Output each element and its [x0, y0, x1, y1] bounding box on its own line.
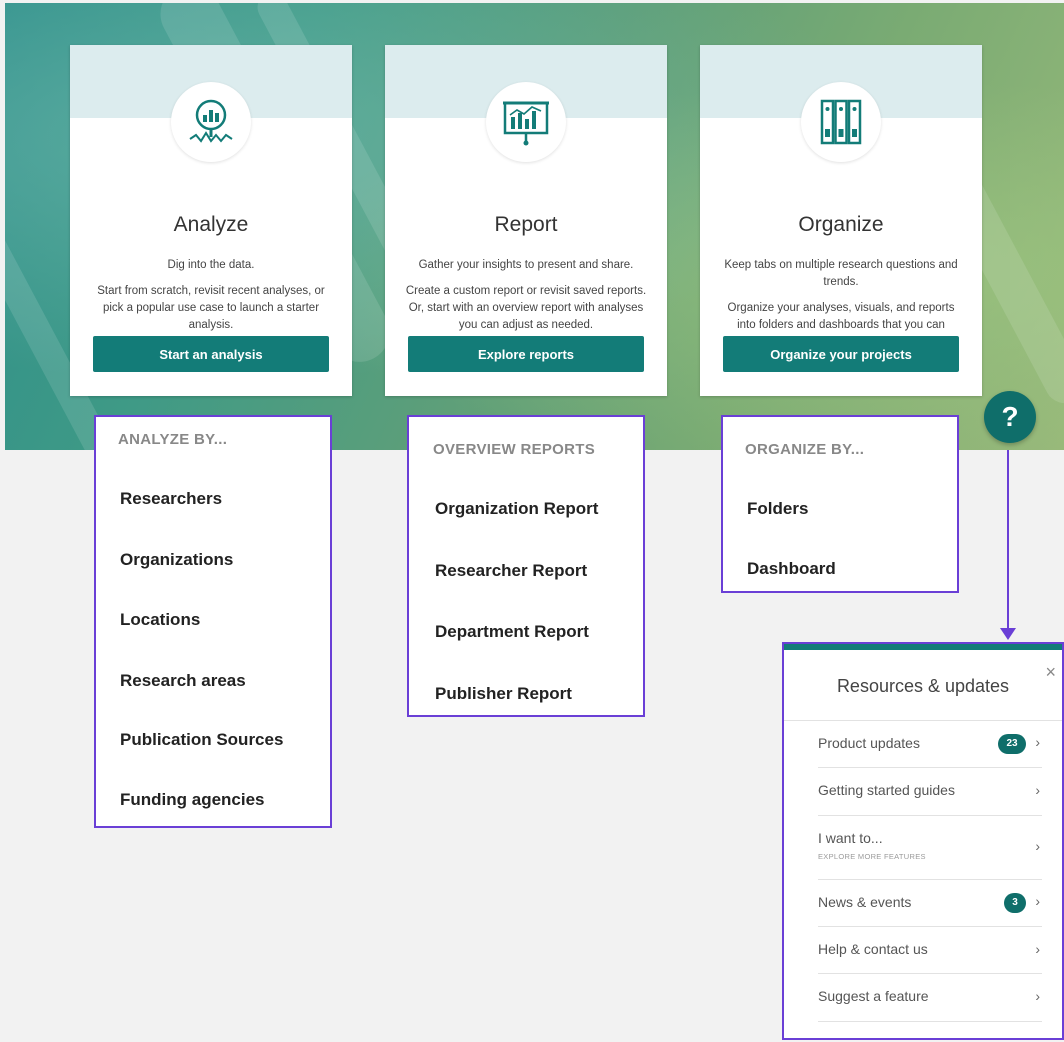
- panel-row-suggest-feature[interactable]: Suggest a feature ›: [818, 974, 1042, 1022]
- organize-projects-button[interactable]: Organize your projects: [723, 336, 959, 372]
- row-label: Product updates: [818, 735, 920, 751]
- menu-header: OVERVIEW REPORTS: [433, 441, 596, 458]
- help-question-icon[interactable]: ?: [984, 391, 1036, 443]
- panel-accent-bar: [784, 644, 1062, 650]
- menu-item-locations[interactable]: Locations: [120, 610, 200, 630]
- card-title: Report: [494, 213, 558, 236]
- card-desc-line: Keep tabs on multiple research questions…: [724, 259, 958, 288]
- annotation-connector-line: [1007, 450, 1009, 630]
- menu-item-researcher-report[interactable]: Researcher Report: [435, 561, 587, 581]
- row-label: Help & contact us: [818, 941, 928, 957]
- panel-title: Resources & updates: [836, 676, 1010, 696]
- organize-binders-icon: [801, 82, 881, 162]
- menu-item-researchers[interactable]: Researchers: [120, 489, 222, 509]
- menu-header: ORGANIZE BY...: [745, 441, 865, 458]
- card-description: Gather your insights to present and shar…: [405, 257, 647, 343]
- card-title: Analyze: [173, 213, 249, 236]
- close-icon[interactable]: ×: [1045, 662, 1056, 683]
- menu-item-research-areas[interactable]: Research areas: [120, 671, 246, 691]
- chevron-right-icon: ›: [1035, 734, 1040, 750]
- menu-item-funding-agencies[interactable]: Funding agencies: [120, 790, 265, 810]
- panel-row-i-want-to[interactable]: I want to... EXPLORE MORE FEATURES ›: [818, 816, 1042, 880]
- analyze-card: Analyze Dig into the data. Start from sc…: [70, 45, 352, 396]
- card-desc-line: Dig into the data.: [167, 259, 255, 271]
- annotation-arrow-icon: [1000, 628, 1016, 640]
- chevron-right-icon: ›: [1035, 782, 1040, 798]
- chevron-right-icon: ›: [1035, 838, 1040, 854]
- menu-item-department-report[interactable]: Department Report: [435, 622, 589, 642]
- report-card: Report Gather your insights to present a…: [385, 45, 667, 396]
- count-badge: 23: [998, 734, 1026, 754]
- panel-row-news-events[interactable]: News & events 3 ›: [818, 880, 1042, 927]
- menu-item-organization-report[interactable]: Organization Report: [435, 499, 598, 519]
- panel-row-getting-started[interactable]: Getting started guides ›: [818, 768, 1042, 816]
- menu-item-folders[interactable]: Folders: [747, 499, 808, 519]
- menu-item-publisher-report[interactable]: Publisher Report: [435, 684, 572, 704]
- row-label: I want to...: [818, 830, 883, 846]
- explore-reports-button[interactable]: Explore reports: [408, 336, 644, 372]
- organize-card: Organize Keep tabs on multiple research …: [700, 45, 982, 396]
- analyze-magnifier-chart-icon: [171, 82, 251, 162]
- menu-item-publication-sources[interactable]: Publication Sources: [120, 730, 283, 750]
- menu-item-dashboard[interactable]: Dashboard: [747, 559, 836, 579]
- analyze-by-menu: ANALYZE BY... Researchers Organizations …: [94, 415, 332, 828]
- chevron-right-icon: ›: [1035, 893, 1040, 909]
- organize-by-menu: ORGANIZE BY... Folders Dashboard: [721, 415, 959, 593]
- panel-row-help-contact[interactable]: Help & contact us ›: [818, 927, 1042, 974]
- card-desc-line: Gather your insights to present and shar…: [418, 259, 634, 271]
- count-badge: 3: [1004, 893, 1026, 913]
- resources-updates-panel: Resources & updates × Product updates 23…: [782, 642, 1064, 1040]
- report-presentation-board-icon: [486, 82, 566, 162]
- row-sublabel: EXPLORE MORE FEATURES: [818, 852, 926, 861]
- chevron-right-icon: ›: [1035, 988, 1040, 1004]
- card-description: Dig into the data. Start from scratch, r…: [90, 257, 332, 343]
- card-desc-line: Start from scratch, revisit recent analy…: [97, 285, 325, 331]
- menu-item-organizations[interactable]: Organizations: [120, 550, 233, 570]
- panel-row-product-updates[interactable]: Product updates 23 ›: [818, 721, 1042, 768]
- row-label: News & events: [818, 894, 912, 910]
- chevron-right-icon: ›: [1035, 941, 1040, 957]
- row-label: Getting started guides: [818, 782, 955, 798]
- row-label: Suggest a feature: [818, 988, 929, 1004]
- start-analysis-button[interactable]: Start an analysis: [93, 336, 329, 372]
- menu-header: ANALYZE BY...: [118, 431, 228, 448]
- card-title: Organize: [798, 213, 884, 236]
- card-desc-line: Create a custom report or revisit saved …: [405, 285, 647, 331]
- overview-reports-menu: OVERVIEW REPORTS Organization Report Res…: [407, 415, 645, 717]
